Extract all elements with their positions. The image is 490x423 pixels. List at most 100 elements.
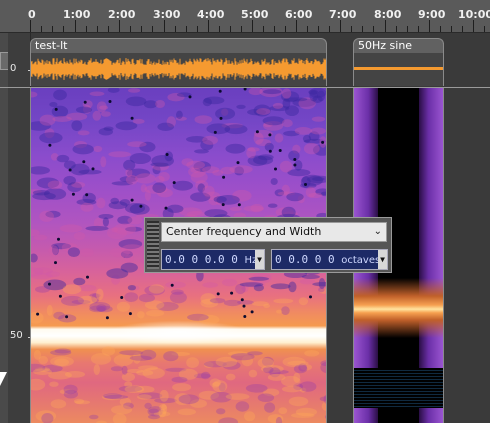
ruler-minor-tick bbox=[307, 26, 308, 32]
spectrogram-speck bbox=[172, 181, 176, 185]
spectrogram-speck bbox=[288, 396, 309, 407]
spectrogram-speck bbox=[120, 296, 124, 299]
spectrogram-speck bbox=[176, 110, 183, 119]
spectrogram-speck bbox=[59, 224, 83, 233]
spectrogram-speck bbox=[321, 401, 326, 412]
spectrogram-speck bbox=[318, 287, 325, 293]
track-header-50hz-sine[interactable]: 50Hz sine bbox=[353, 38, 444, 53]
spectrogram-speck bbox=[48, 143, 52, 147]
spectrogram-speck bbox=[310, 127, 326, 135]
spectrogram-speck bbox=[132, 118, 145, 124]
spectrogram-speck bbox=[201, 371, 211, 380]
chevron-down-icon[interactable]: ▼ bbox=[378, 250, 387, 269]
spectrogram-speck bbox=[155, 100, 165, 108]
spectrogram-speck bbox=[272, 102, 284, 109]
spectrogram-speck bbox=[270, 283, 291, 290]
spectrogram-speck bbox=[62, 284, 82, 295]
spectrogram-speck bbox=[172, 383, 192, 392]
spectrogram-speck bbox=[246, 147, 256, 159]
spectrogram-speck bbox=[294, 127, 312, 135]
spectrogram-speck bbox=[235, 401, 250, 412]
ruler-major-tick bbox=[30, 20, 31, 32]
spectrogram-speck bbox=[93, 364, 100, 376]
spectrogram-speck bbox=[288, 281, 297, 293]
spectrogram-speck bbox=[110, 197, 119, 205]
ruler-minor-tick bbox=[451, 26, 452, 32]
vertical-scale[interactable]: 0 50 bbox=[8, 33, 37, 423]
spectrogram-speck bbox=[77, 130, 90, 136]
spectrogram-speck bbox=[61, 295, 84, 306]
ruler-minor-tick bbox=[52, 26, 53, 32]
spectrogram-speck bbox=[129, 355, 152, 361]
spectrogram-speck bbox=[90, 353, 112, 365]
spectrogram-speck bbox=[73, 232, 86, 240]
spectrogram-speck bbox=[321, 140, 325, 144]
selection-mode-dropdown[interactable]: Center frequency and Width ⌄ bbox=[161, 222, 387, 242]
spectrogram-speck bbox=[91, 167, 95, 171]
spectrogram-speck bbox=[181, 158, 194, 166]
spectrogram-speck bbox=[135, 173, 156, 184]
ruler-major-tick bbox=[119, 20, 120, 32]
toolbar-grabber[interactable] bbox=[147, 221, 159, 269]
spectrogram-speck bbox=[89, 91, 105, 97]
ruler-minor-tick bbox=[418, 26, 419, 32]
spectrogram-speck bbox=[250, 203, 264, 213]
waveform-50hz-sine[interactable] bbox=[353, 53, 444, 86]
spectrogram-speck bbox=[190, 171, 208, 184]
spectrogram-speck bbox=[274, 133, 284, 143]
spectrogram-speck bbox=[148, 408, 159, 414]
spectrogram-speck bbox=[152, 182, 166, 193]
track-gap bbox=[444, 53, 490, 423]
ruler-minor-tick bbox=[440, 26, 441, 32]
spectrogram-speck bbox=[125, 96, 147, 107]
center-frequency-field[interactable]: 0.0 0 0.0 0 Hz ▼ bbox=[161, 249, 265, 270]
ruler-minor-tick bbox=[86, 26, 87, 32]
spectrogram-speck bbox=[79, 284, 97, 292]
spectrogram-speck bbox=[299, 278, 316, 285]
spectrogram-speck bbox=[93, 145, 103, 153]
spectrogram-speck bbox=[72, 144, 94, 155]
timeline-ruler[interactable]: 0 1:00 2:00 3:00 4:00 5:00 6:00 7:00 8:0… bbox=[0, 0, 490, 33]
ruler-minor-tick bbox=[351, 26, 352, 32]
spectrogram-speck bbox=[89, 414, 99, 420]
spectrogram-speck bbox=[75, 106, 93, 114]
ruler-minor-tick bbox=[175, 26, 176, 32]
spectrogram-speck bbox=[67, 247, 80, 257]
track-header-test-lt[interactable]: test-lt bbox=[30, 38, 327, 53]
spectrogram-speck bbox=[324, 415, 326, 419]
ruler-minor-tick bbox=[130, 26, 131, 32]
width-field[interactable]: 0 0.0 0 0 octaves ▼ bbox=[271, 249, 388, 270]
spectrogram-speck bbox=[39, 114, 56, 126]
ruler-minor-tick bbox=[241, 26, 242, 32]
spectrogram-speck bbox=[218, 417, 239, 423]
spectrogram-speck bbox=[215, 356, 238, 368]
spectrogram-speck bbox=[36, 312, 40, 316]
spectrogram-speck bbox=[158, 171, 170, 182]
spectrogram-speck bbox=[63, 160, 76, 170]
spectrogram-speck bbox=[113, 354, 134, 367]
spectrogram-speck bbox=[308, 192, 323, 199]
spectrogram-speck bbox=[127, 216, 143, 225]
spectrogram-speck bbox=[225, 373, 236, 381]
spectrogram-speck bbox=[219, 116, 223, 120]
chevron-down-icon[interactable]: ▼ bbox=[255, 250, 264, 269]
spectrogram-speck bbox=[236, 104, 246, 109]
spectrogram-speck bbox=[253, 132, 264, 145]
spectrogram-speck bbox=[188, 95, 192, 99]
spectral-selection-toolbar: Center frequency and Width ⌄ 0.0 0 0.0 0… bbox=[144, 217, 392, 273]
spectrogram-speck bbox=[229, 206, 242, 212]
spectrogram-speck bbox=[311, 116, 326, 122]
spectrogram-speck bbox=[52, 116, 72, 122]
spectrogram-speck bbox=[299, 381, 317, 392]
spectrogram-speck bbox=[74, 400, 91, 405]
spectrogram-speck bbox=[187, 313, 209, 321]
waveform-test-lt[interactable] bbox=[30, 53, 327, 86]
ruler-minor-tick bbox=[462, 26, 463, 32]
spectrogram-speck bbox=[170, 283, 174, 287]
spectrogram-speck bbox=[53, 311, 65, 320]
ruler-minor-tick bbox=[186, 26, 187, 32]
spectrogram-speck bbox=[125, 175, 138, 185]
spectrogram-speck bbox=[273, 298, 294, 304]
spectrogram-speck bbox=[31, 91, 38, 98]
spectrogram-speck bbox=[49, 102, 58, 107]
